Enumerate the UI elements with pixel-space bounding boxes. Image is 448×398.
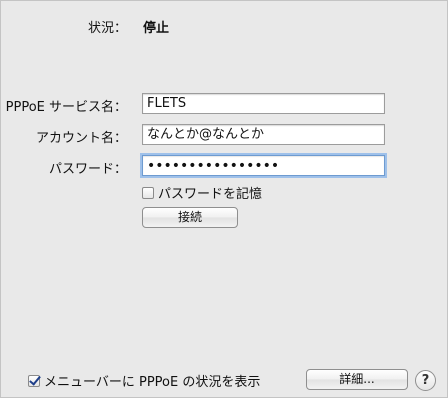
- password-field[interactable]: ••••••••••••••••: [142, 155, 385, 176]
- account-label: アカウント名：: [35, 131, 127, 146]
- question-mark-icon: ?: [421, 373, 430, 388]
- status-value: 停止: [143, 21, 170, 36]
- menubar-status-checkbox[interactable]: メニューバーに PPPoE の状況を表示: [28, 371, 260, 390]
- pppoe-settings-pane: 状況： 停止 PPPoE サービス名： FLETS アカウント名： なんとか@な…: [0, 0, 448, 398]
- remember-password-checkbox[interactable]: パスワードを記憶: [142, 183, 262, 202]
- status-label: 状況：: [87, 21, 127, 36]
- checkbox-box-checked[interactable]: [28, 374, 40, 387]
- pppoe-service-label: PPPoE サービス名：: [5, 100, 127, 115]
- help-button[interactable]: ?: [415, 370, 436, 391]
- pppoe-service-field[interactable]: FLETS: [142, 93, 385, 114]
- checkbox-box[interactable]: [142, 186, 154, 199]
- connect-button[interactable]: 接続: [142, 207, 238, 228]
- remember-password-label: パスワードを記憶: [158, 187, 263, 202]
- password-label: パスワード：: [48, 162, 127, 177]
- details-button[interactable]: 詳細...: [306, 369, 408, 390]
- account-field[interactable]: なんとか@なんとか: [142, 124, 385, 145]
- menubar-status-label: メニューバーに PPPoE の状況を表示: [44, 375, 261, 390]
